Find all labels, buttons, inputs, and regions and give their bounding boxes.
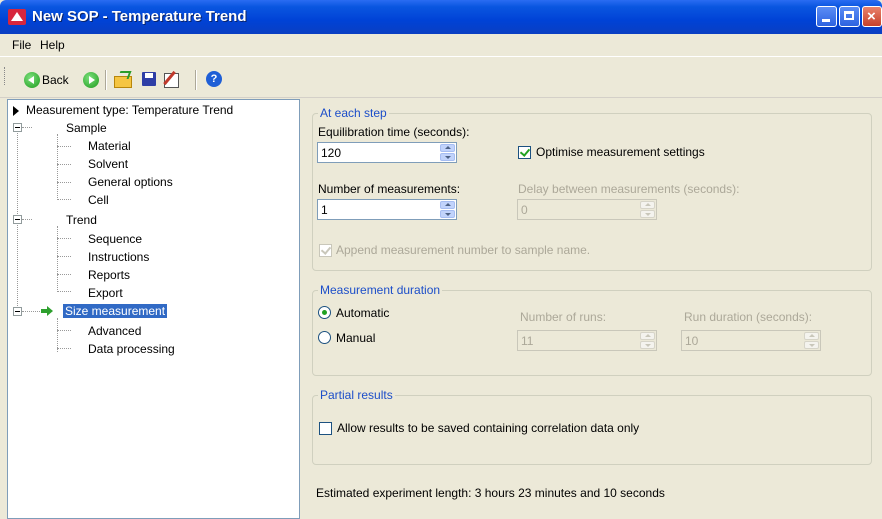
tree-connector — [22, 127, 32, 128]
back-button-label[interactable]: Back — [42, 73, 69, 87]
app-logo-icon — [8, 9, 26, 25]
tree-item-solvent[interactable]: Solvent — [88, 157, 128, 171]
tree-item-material[interactable]: Material — [88, 139, 131, 153]
number-of-runs-value: 11 — [521, 334, 534, 348]
measurement-duration-legend: Measurement duration — [318, 283, 443, 297]
tree-connector — [57, 318, 58, 352]
run-duration-label: Run duration (seconds): — [684, 310, 813, 324]
settings-panel: At each step Equilibration time (seconds… — [302, 99, 882, 519]
automatic-label: Automatic — [336, 306, 390, 320]
menu-help[interactable]: Help — [40, 38, 65, 52]
estimated-experiment-length: Estimated experiment length: 3 hours 23 … — [316, 486, 665, 500]
equilibration-time-label: Equilibration time (seconds): — [318, 125, 470, 139]
spin-down-icon — [640, 341, 655, 349]
tree-item-trend[interactable]: Trend — [66, 213, 97, 227]
number-of-measurements-label: Number of measurements: — [318, 182, 461, 196]
edit-sop-icon[interactable] — [162, 70, 180, 88]
tree-connector — [57, 226, 58, 290]
tree-item-advanced[interactable]: Advanced — [88, 324, 141, 338]
equilibration-time-value: 120 — [321, 146, 342, 160]
manual-label: Manual — [336, 331, 376, 345]
tree-connector — [57, 164, 71, 165]
tree-connector — [57, 146, 71, 147]
close-icon: × — [867, 8, 876, 25]
maximize-button[interactable] — [839, 6, 860, 27]
tree-item-instructions[interactable]: Instructions — [88, 250, 149, 264]
spin-up-icon — [640, 332, 655, 340]
active-step-arrow-icon — [41, 306, 53, 316]
tree-item-data-processing[interactable]: Data processing — [88, 342, 175, 356]
allow-correlation-only-label: Allow results to be saved containing cor… — [337, 421, 640, 435]
number-of-runs-label: Number of runs: — [520, 310, 607, 324]
toolbar-separator — [195, 70, 197, 90]
tree-item-reports[interactable]: Reports — [88, 268, 130, 282]
tree-connector — [57, 238, 71, 239]
forward-arrow-icon[interactable] — [83, 72, 99, 88]
collapse-sample-icon[interactable] — [13, 123, 22, 132]
append-measurement-number-label: Append measurement number to sample name… — [336, 243, 591, 257]
equilibration-time-stepper[interactable]: 120 — [317, 142, 457, 163]
optimise-settings-label: Optimise measurement settings — [536, 145, 705, 159]
tree-connector — [57, 199, 71, 200]
delay-between-measurements-label: Delay between measurements (seconds): — [518, 182, 740, 196]
tree-connector — [57, 348, 71, 349]
tree-connector — [57, 291, 71, 292]
spin-up-icon[interactable] — [440, 144, 455, 152]
tree-item-sequence[interactable]: Sequence — [88, 232, 142, 246]
delay-between-measurements-stepper[interactable]: 0 — [517, 199, 657, 220]
menu-bar: File Help — [0, 34, 882, 57]
title-bar[interactable]: New SOP - Temperature Trend × — [0, 0, 882, 34]
delay-between-measurements-value: 0 — [521, 203, 528, 217]
collapse-size-measurement-icon[interactable] — [13, 307, 22, 316]
tree-item-general-options[interactable]: General options — [88, 175, 173, 189]
tree-item-size-measurement[interactable]: Size measurement — [63, 304, 168, 318]
spin-down-icon[interactable] — [440, 153, 455, 161]
toolbar — [0, 57, 882, 98]
help-icon[interactable] — [205, 70, 223, 88]
tree-connector — [57, 274, 71, 275]
tree-connector — [22, 311, 40, 312]
partial-results-legend: Partial results — [318, 388, 395, 402]
open-folder-icon[interactable] — [113, 70, 132, 88]
tree-item-export[interactable]: Export — [88, 286, 123, 300]
tree-connector — [22, 219, 32, 220]
tree-connector — [57, 182, 71, 183]
tree-connector — [57, 134, 58, 198]
application-window: New SOP - Temperature Trend × File Help … — [0, 0, 882, 519]
tree-item-cell[interactable]: Cell — [88, 193, 109, 207]
run-duration-stepper[interactable]: 10 — [681, 330, 821, 351]
manual-radio[interactable] — [318, 331, 331, 344]
collapse-trend-icon[interactable] — [13, 215, 22, 224]
spin-up-icon — [640, 201, 655, 209]
current-node-arrow-icon — [13, 106, 19, 116]
spin-up-icon[interactable] — [440, 201, 455, 209]
save-disk-icon[interactable] — [140, 70, 158, 88]
toolbar-grip[interactable] — [4, 67, 7, 85]
at-each-step-legend: At each step — [318, 106, 389, 120]
spin-down-icon[interactable] — [440, 210, 455, 218]
number-of-measurements-stepper[interactable]: 1 — [317, 199, 457, 220]
tree-connector — [57, 330, 71, 331]
spin-down-icon — [640, 210, 655, 218]
run-duration-value: 10 — [685, 334, 699, 348]
number-of-runs-stepper[interactable]: 11 — [517, 330, 657, 351]
spin-up-icon — [804, 332, 819, 340]
window-title: New SOP - Temperature Trend — [32, 8, 247, 25]
optimise-settings-checkbox[interactable] — [518, 146, 531, 159]
back-arrow-icon[interactable] — [24, 72, 40, 88]
tree-item-sample[interactable]: Sample — [66, 121, 107, 135]
sop-tree-view[interactable]: Measurement type: Temperature Trend Samp… — [7, 99, 300, 519]
allow-correlation-only-checkbox[interactable] — [319, 422, 332, 435]
tree-root-measurement-type[interactable]: Measurement type: Temperature Trend — [26, 103, 233, 117]
close-button[interactable]: × — [862, 6, 882, 27]
tree-connector — [57, 256, 71, 257]
automatic-radio[interactable] — [318, 306, 331, 319]
menu-file[interactable]: File — [12, 38, 31, 52]
number-of-measurements-value: 1 — [321, 203, 328, 217]
spin-down-icon — [804, 341, 819, 349]
minimize-button[interactable] — [816, 6, 837, 27]
append-measurement-number-checkbox[interactable] — [319, 244, 332, 257]
toolbar-separator — [105, 70, 107, 90]
